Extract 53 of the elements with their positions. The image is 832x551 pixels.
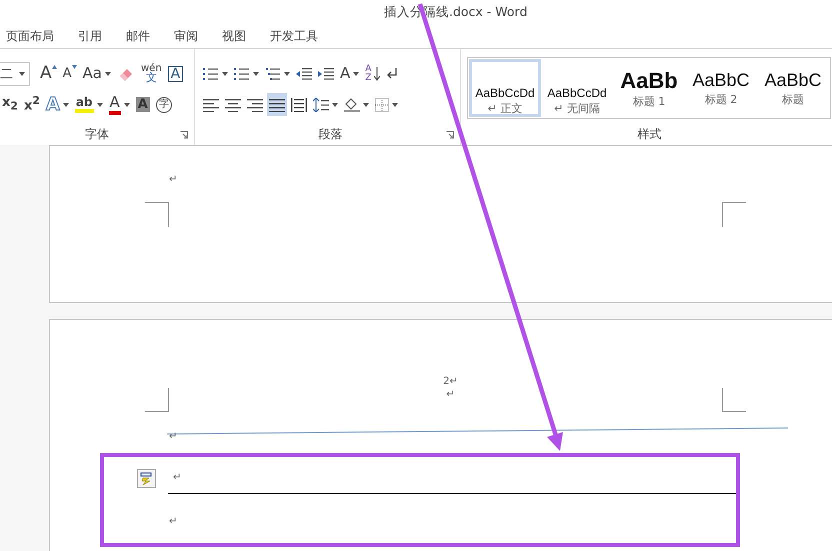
crop-mark-icon bbox=[722, 202, 746, 227]
header-text: ↵ bbox=[446, 388, 455, 401]
align-right-icon bbox=[247, 98, 263, 112]
header-text: 2↵ bbox=[443, 375, 458, 388]
style-item[interactable]: AaBbCcDd ↵ 正文 bbox=[469, 59, 541, 117]
paragraph-mark: ↵ bbox=[169, 175, 178, 185]
group-label: 段落 bbox=[318, 126, 342, 142]
outdent-icon bbox=[296, 66, 312, 80]
align-left-icon bbox=[203, 98, 219, 112]
paragraph-mark: ↵ bbox=[169, 517, 178, 527]
chinese-layout-button[interactable]: A bbox=[338, 62, 362, 85]
return-arrow-icon bbox=[386, 66, 398, 80]
paint-bucket-icon bbox=[344, 97, 360, 112]
borders-icon bbox=[375, 98, 389, 112]
font-color-button[interactable]: A bbox=[106, 93, 132, 116]
font-size-field[interactable]: 二 bbox=[0, 62, 30, 86]
crop-mark-icon bbox=[722, 388, 746, 412]
highlight-button[interactable]: ab bbox=[72, 93, 104, 116]
dialog-launcher-icon[interactable] bbox=[180, 131, 188, 139]
ribbon-tab[interactable]: 页面布局 bbox=[6, 28, 54, 44]
dialog-launcher-icon[interactable] bbox=[446, 131, 454, 139]
crop-mark-icon bbox=[145, 388, 169, 412]
justify-button[interactable] bbox=[267, 93, 287, 116]
group-label: 字体 bbox=[85, 126, 109, 142]
ribbon-tab[interactable]: 引用 bbox=[78, 28, 102, 44]
shrink-font-button[interactable]: A bbox=[60, 62, 79, 85]
bullet-list-icon bbox=[203, 66, 219, 80]
justify-icon bbox=[269, 98, 285, 112]
paste-options-icon[interactable] bbox=[137, 468, 156, 488]
numbered-list-icon bbox=[265, 66, 281, 80]
paragraph-mark: ↵ bbox=[173, 473, 182, 483]
sort-button[interactable]: A Z bbox=[363, 62, 382, 85]
line-spacing-icon bbox=[313, 98, 329, 112]
up-triangle-icon bbox=[52, 65, 57, 69]
numbered-list-icon bbox=[234, 66, 250, 80]
ribbon-tab[interactable]: 审阅 bbox=[174, 28, 198, 44]
crop-mark-icon bbox=[145, 202, 169, 227]
paragraph-mark: ↵ bbox=[169, 432, 178, 442]
ribbon-tab[interactable]: 视图 bbox=[222, 28, 246, 44]
align-center-icon bbox=[225, 98, 241, 112]
subscript-button[interactable]: x$_{2}$ bbox=[0, 93, 20, 116]
down-arrow-icon bbox=[374, 66, 380, 80]
distributed-icon bbox=[291, 98, 307, 112]
group-label: 样式 bbox=[638, 126, 662, 142]
text-effect-button[interactable]: A bbox=[44, 93, 71, 116]
indent-icon bbox=[318, 66, 334, 80]
change-case-button[interactable]: Aa bbox=[80, 62, 113, 85]
grow-font-button[interactable]: A bbox=[38, 62, 59, 85]
down-triangle-icon bbox=[72, 65, 77, 69]
superscript-button[interactable]: x$^{2}$ bbox=[22, 93, 42, 116]
ribbon-tab[interactable]: 邮件 bbox=[126, 28, 150, 44]
phonetic-button[interactable]: wén 文 bbox=[139, 62, 164, 85]
ribbon-tab[interactable]: 开发工具 bbox=[270, 28, 318, 44]
